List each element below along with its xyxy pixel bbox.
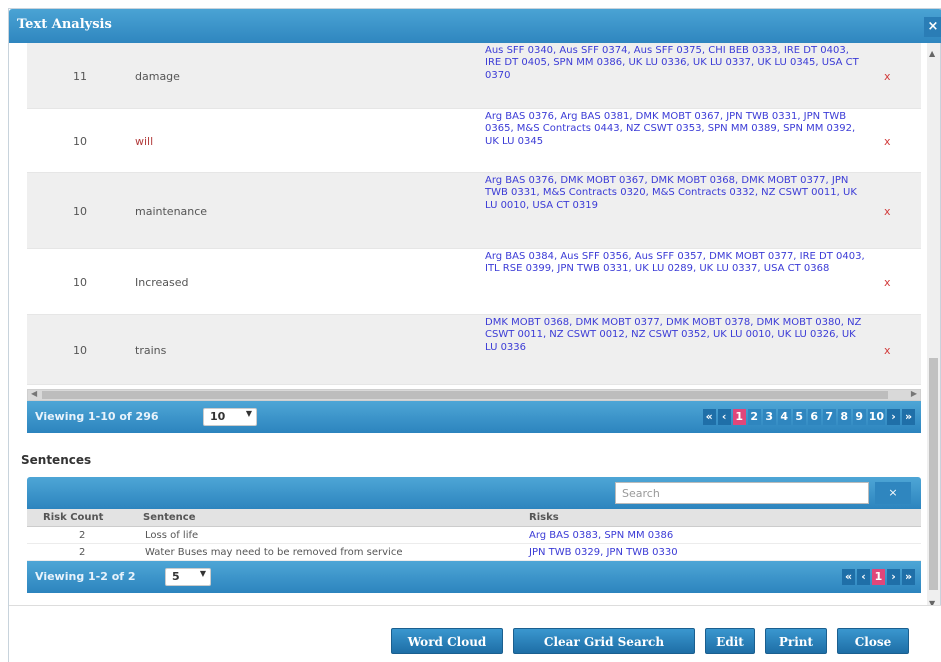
sentences-header-row: Risk Count Sentence Risks (27, 509, 921, 527)
last-page-button[interactable]: » (902, 569, 915, 585)
page-button-5[interactable]: 5 (792, 409, 806, 425)
close-button[interactable]: Close (837, 628, 909, 654)
risk-references[interactable]: DMK MOBT 0368, DMK MOBT 0377, DMK MOBT 0… (485, 317, 865, 354)
scroll-left-icon[interactable]: ◀ (31, 389, 37, 398)
page-size-select[interactable]: 5 ▼ (165, 568, 211, 586)
chevron-down-icon: ▼ (245, 409, 252, 418)
column-header-risks[interactable]: Risks (529, 512, 559, 523)
page-button-3[interactable]: 3 (762, 409, 776, 425)
page-button-1[interactable]: 1 (872, 569, 885, 585)
delete-icon[interactable]: x (884, 344, 891, 357)
viewing-count: Viewing 1-2 of 2 (35, 570, 136, 583)
clear-search-button[interactable]: × (875, 482, 911, 504)
word-cloud-button[interactable]: Word Cloud (391, 628, 503, 654)
page-button-9[interactable]: 9 (852, 409, 866, 425)
sentence-text: Water Buses may need to be removed from … (145, 547, 403, 558)
scrollbar-thumb[interactable] (929, 358, 938, 590)
scroll-up-icon[interactable]: ▲ (929, 49, 935, 58)
scroll-right-icon[interactable]: ▶ (911, 389, 917, 398)
page-button-7[interactable]: 7 (822, 409, 836, 425)
pagination: « ‹ 1 2 3 4 5 6 7 8 9 10 › » (702, 409, 915, 425)
risk-links[interactable]: JPN TWB 0329, JPN TWB 0330 (529, 547, 678, 558)
word: maintenance (135, 205, 208, 218)
page-button-10[interactable]: 10 (867, 409, 885, 425)
last-page-button[interactable]: » (902, 409, 915, 425)
dialog-titlebar: Text Analysis × (9, 9, 941, 43)
print-button[interactable]: Print (765, 628, 827, 654)
page-size-value: 10 (210, 410, 226, 423)
word-count: 10 (73, 276, 87, 289)
horizontal-scrollbar[interactable]: ◀ ▶ (27, 389, 921, 401)
risk-count: 2 (79, 547, 86, 558)
table-row[interactable]: 2 Water Buses may need to be removed fro… (27, 544, 921, 561)
edit-button[interactable]: Edit (705, 628, 755, 654)
column-header-risk-count[interactable]: Risk Count (43, 512, 103, 523)
chevron-down-icon: ▼ (199, 569, 206, 578)
page-size-select[interactable]: 10 ▼ (203, 408, 257, 426)
table-row[interactable]: 10 trains DMK MOBT 0368, DMK MOBT 0377, … (27, 315, 921, 385)
vertical-scrollbar[interactable]: ▲ ▼ (927, 43, 940, 615)
prev-page-button[interactable]: ‹ (857, 569, 870, 585)
word-count: 10 (73, 135, 87, 148)
delete-icon[interactable]: x (884, 135, 891, 148)
table-row[interactable]: 10 Increased Arg BAS 0384, Aus SFF 0356,… (27, 249, 921, 315)
page-button-4[interactable]: 4 (777, 409, 791, 425)
dialog-content: 11 damage Aus SFF 0340, Aus SFF 0374, Au… (9, 43, 941, 615)
clear-grid-search-button[interactable]: Clear Grid Search (513, 628, 695, 654)
pagination: « ‹ 1 › » (842, 569, 915, 585)
risk-links[interactable]: Arg BAS 0383, SPN MM 0386 (529, 530, 673, 541)
page-button-2[interactable]: 2 (747, 409, 761, 425)
sentence-text: Loss of life (145, 530, 199, 541)
delete-icon[interactable]: x (884, 70, 891, 83)
table-row[interactable]: 10 maintenance Arg BAS 0376, DMK MOBT 03… (27, 173, 921, 249)
first-page-button[interactable]: « (702, 409, 716, 425)
risk-references[interactable]: Arg BAS 0376, Arg BAS 0381, DMK MOBT 036… (485, 111, 865, 148)
close-icon[interactable]: × (924, 17, 941, 37)
risk-references[interactable]: Arg BAS 0384, Aus SFF 0356, Aus SFF 0357… (485, 251, 865, 276)
delete-icon[interactable]: x (884, 276, 891, 289)
page-size-value: 5 (172, 570, 180, 583)
sentences-toolbar: Search × (27, 477, 921, 509)
word-count: 10 (73, 205, 87, 218)
search-input[interactable]: Search (615, 482, 869, 504)
sentences-pager: Viewing 1-2 of 2 5 ▼ « ‹ 1 › » (27, 561, 921, 593)
dialog-title: Text Analysis (17, 17, 112, 32)
delete-icon[interactable]: x (884, 205, 891, 218)
word: Increased (135, 276, 189, 289)
scrollbar-thumb[interactable] (42, 391, 888, 399)
risk-references[interactable]: Aus SFF 0340, Aus SFF 0374, Aus SFF 0375… (485, 45, 865, 82)
column-header-sentence[interactable]: Sentence (143, 512, 196, 523)
word-count: 11 (73, 70, 87, 83)
risk-references[interactable]: Arg BAS 0376, DMK MOBT 0367, DMK MOBT 03… (485, 175, 865, 212)
word: will (135, 135, 154, 148)
viewing-count: Viewing 1-10 of 296 (35, 410, 159, 423)
page-button-6[interactable]: 6 (807, 409, 821, 425)
sentences-heading: Sentences (21, 453, 92, 467)
table-row[interactable]: 11 damage Aus SFF 0340, Aus SFF 0374, Au… (27, 43, 921, 109)
word-grid-pager: Viewing 1-10 of 296 10 ▼ « ‹ 1 2 3 4 5 6… (27, 401, 921, 433)
table-row[interactable]: 2 Loss of life Arg BAS 0383, SPN MM 0386 (27, 527, 921, 544)
word-frequency-grid: 11 damage Aus SFF 0340, Aus SFF 0374, Au… (27, 43, 921, 389)
table-row[interactable]: 10 will Arg BAS 0376, Arg BAS 0381, DMK … (27, 109, 921, 173)
first-page-button[interactable]: « (842, 569, 855, 585)
next-page-button[interactable]: › (887, 409, 900, 425)
page-button-8[interactable]: 8 (837, 409, 851, 425)
sentences-grid: Search × Risk Count Sentence Risks 2 Los… (27, 477, 921, 607)
page-button-1[interactable]: 1 (732, 409, 746, 425)
next-page-button[interactable]: › (887, 569, 900, 585)
word-count: 10 (73, 344, 87, 357)
dialog-footer: Word Cloud Clear Grid Search Edit Print … (9, 605, 941, 662)
risk-count: 2 (79, 530, 86, 541)
prev-page-button[interactable]: ‹ (717, 409, 731, 425)
word: trains (135, 344, 167, 357)
word: damage (135, 70, 180, 83)
text-analysis-dialog: Text Analysis × 11 damage Aus SFF 0340, … (8, 8, 941, 662)
